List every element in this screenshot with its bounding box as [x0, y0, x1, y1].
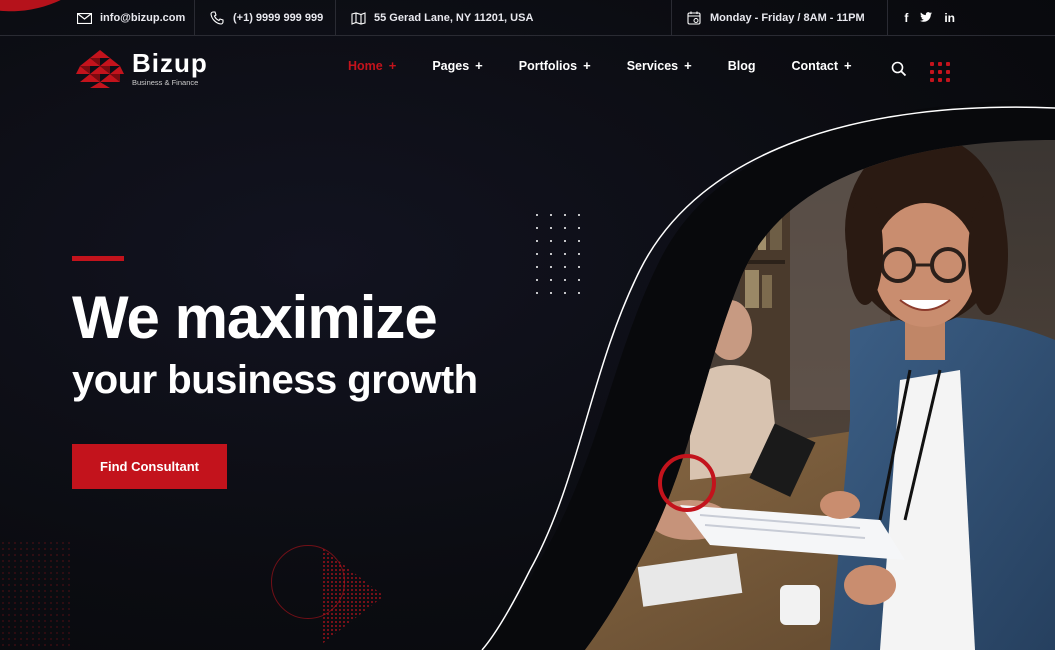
brand-logo[interactable]: Bizup Business & Finance: [76, 50, 208, 88]
calendar-icon: [686, 10, 702, 26]
email-text: info@bizup.com: [100, 12, 186, 24]
nav-item-blog[interactable]: Blog: [728, 58, 756, 73]
nav-item-pages[interactable]: Pages +: [432, 58, 482, 73]
envelope-icon: [76, 10, 92, 26]
facebook-icon[interactable]: f: [904, 11, 908, 25]
nav-label: Services: [626, 58, 679, 73]
nav-label: Portfolios: [518, 58, 578, 73]
nav-label: Pages: [432, 58, 470, 73]
brand-name: Bizup: [132, 48, 208, 78]
address-text: 55 Gerad Lane, NY 11201, USA: [374, 12, 534, 24]
phone-icon: [209, 10, 225, 26]
divider: [335, 0, 336, 36]
divider: [887, 0, 888, 36]
plus-icon: +: [844, 58, 852, 73]
hours-info: Monday - Friday / 8AM - 11PM: [686, 0, 865, 36]
hero-subtitle: your business growth: [72, 358, 478, 402]
twitter-icon[interactable]: [920, 11, 933, 25]
phone-info[interactable]: (+1) 9999 999 999: [209, 0, 323, 36]
plus-icon: +: [684, 58, 692, 73]
nav-item-portfolios[interactable]: Portfolios +: [519, 58, 591, 73]
search-icon[interactable]: [891, 61, 907, 82]
grid-menu-icon[interactable]: [930, 62, 950, 82]
nav-label: Blog: [727, 58, 756, 73]
top-bar: info@bizup.com (+1) 9999 999 999 55 Gera…: [0, 0, 1055, 36]
nav-item-services[interactable]: Services +: [627, 58, 692, 73]
brand-tagline: Business & Finance: [132, 78, 199, 87]
title-accent-line: [72, 256, 124, 261]
dot-grid-decoration: [536, 214, 581, 294]
social-links: f in: [904, 0, 955, 36]
address-info: 55 Gerad Lane, NY 11201, USA: [350, 0, 533, 36]
dot-pattern-left: [0, 540, 70, 650]
page: info@bizup.com (+1) 9999 999 999 55 Gera…: [0, 0, 1055, 650]
divider: [671, 0, 672, 36]
linkedin-icon[interactable]: in: [944, 11, 955, 25]
email-info[interactable]: info@bizup.com: [76, 0, 185, 36]
plus-icon: +: [583, 58, 591, 73]
main-nav: Home + Pages + Portfolios + Services + B…: [348, 58, 888, 73]
nav-item-contact[interactable]: Contact +: [792, 58, 852, 73]
nav-label: Home: [348, 58, 383, 73]
map-icon: [350, 10, 366, 26]
find-consultant-button[interactable]: Find Consultant: [72, 444, 227, 489]
hours-text: Monday - Friday / 8AM - 11PM: [710, 12, 865, 24]
logo-icon: [76, 50, 124, 88]
nav-item-home[interactable]: Home +: [348, 58, 396, 73]
phone-text: (+1) 9999 999 999: [233, 12, 324, 24]
decor-triangle: [322, 548, 384, 644]
hero-title: We maximize: [72, 284, 438, 351]
divider: [194, 0, 195, 36]
plus-icon: +: [475, 58, 483, 73]
nav-label: Contact: [791, 58, 839, 73]
plus-icon: +: [388, 58, 397, 73]
